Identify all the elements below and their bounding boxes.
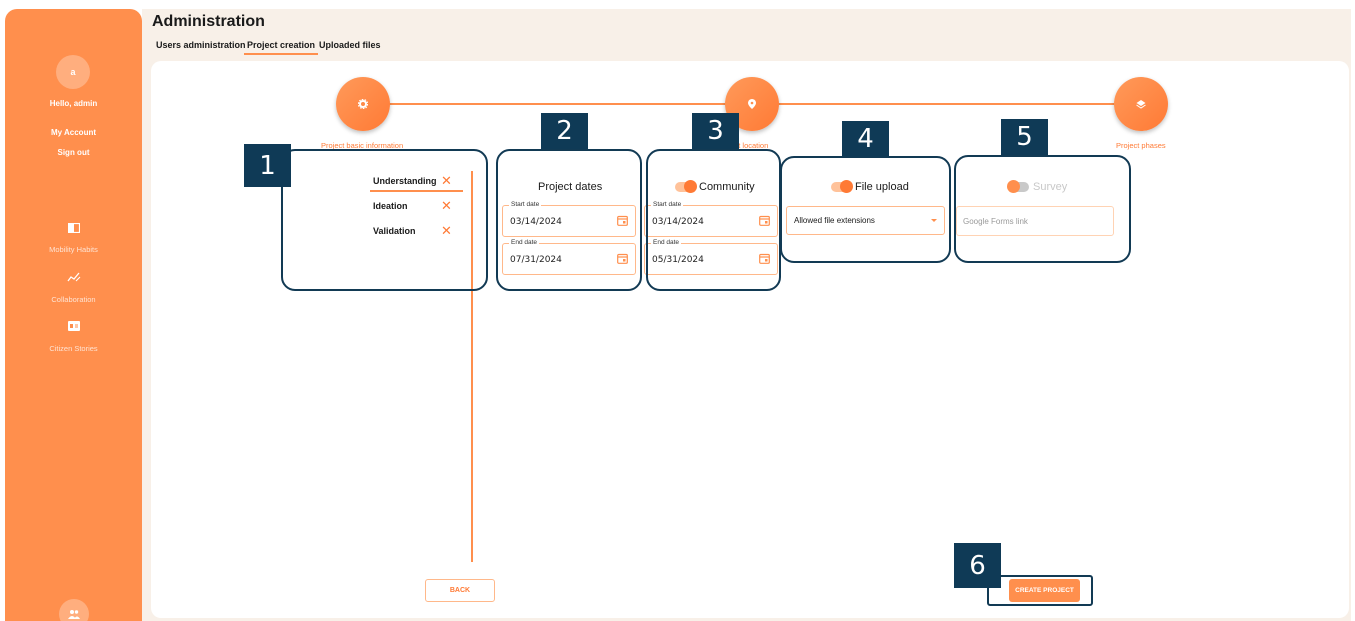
back-button[interactable]: BACK (425, 579, 495, 602)
sidebar-item-citizen-stories[interactable]: Citizen Stories (5, 344, 142, 353)
app-window: a Hello, admin My Account Sign out Mobil… (0, 0, 1355, 621)
annotation-box-file-upload (780, 156, 951, 263)
sidebar-item-mobility-habits[interactable]: Mobility Habits (5, 245, 142, 254)
avatar-initial: a (70, 67, 76, 77)
layers-icon (1136, 100, 1146, 109)
annotation-number: 5 (1001, 119, 1048, 155)
step-basic-information[interactable] (336, 77, 390, 131)
group-icon[interactable] (59, 599, 89, 621)
annotation-box-survey (954, 155, 1131, 263)
annotation-number: 4 (842, 121, 889, 157)
step-label-phases: Project phases (1116, 141, 1166, 150)
stepper-connector (777, 103, 1117, 105)
annotation-box-project-dates (496, 149, 642, 291)
id-card-icon[interactable] (5, 318, 142, 336)
location-pin-icon (748, 99, 756, 109)
page-title: Administration (152, 13, 265, 30)
annotation-number: 3 (692, 113, 739, 149)
annotation-box-community (646, 149, 781, 291)
tab-users-administration[interactable]: Users administration (156, 40, 246, 50)
greeting: Hello, admin (49, 99, 98, 108)
annotation-box-phases (281, 149, 488, 291)
sign-out-link[interactable]: Sign out (5, 148, 142, 157)
annotation-number: 1 (244, 144, 291, 187)
avatar[interactable]: a (56, 55, 90, 89)
tab-project-creation[interactable]: Project creation (243, 40, 319, 55)
annotation-box-create (987, 575, 1093, 606)
tab-uploaded-files[interactable]: Uploaded files (319, 40, 381, 50)
sidebar-item-collaboration[interactable]: Collaboration (5, 295, 142, 304)
annotation-number: 6 (954, 543, 1001, 588)
stepper-connector (388, 103, 728, 105)
header: Administration Users administration Proj… (142, 9, 1351, 61)
annotation-number: 2 (541, 113, 588, 149)
book-icon[interactable] (5, 220, 142, 238)
my-account-link[interactable]: My Account (5, 128, 142, 137)
gear-icon (358, 99, 368, 109)
sidebar: a Hello, admin My Account Sign out Mobil… (5, 9, 142, 621)
step-phases[interactable] (1114, 77, 1168, 131)
chart-icon[interactable] (5, 270, 142, 288)
